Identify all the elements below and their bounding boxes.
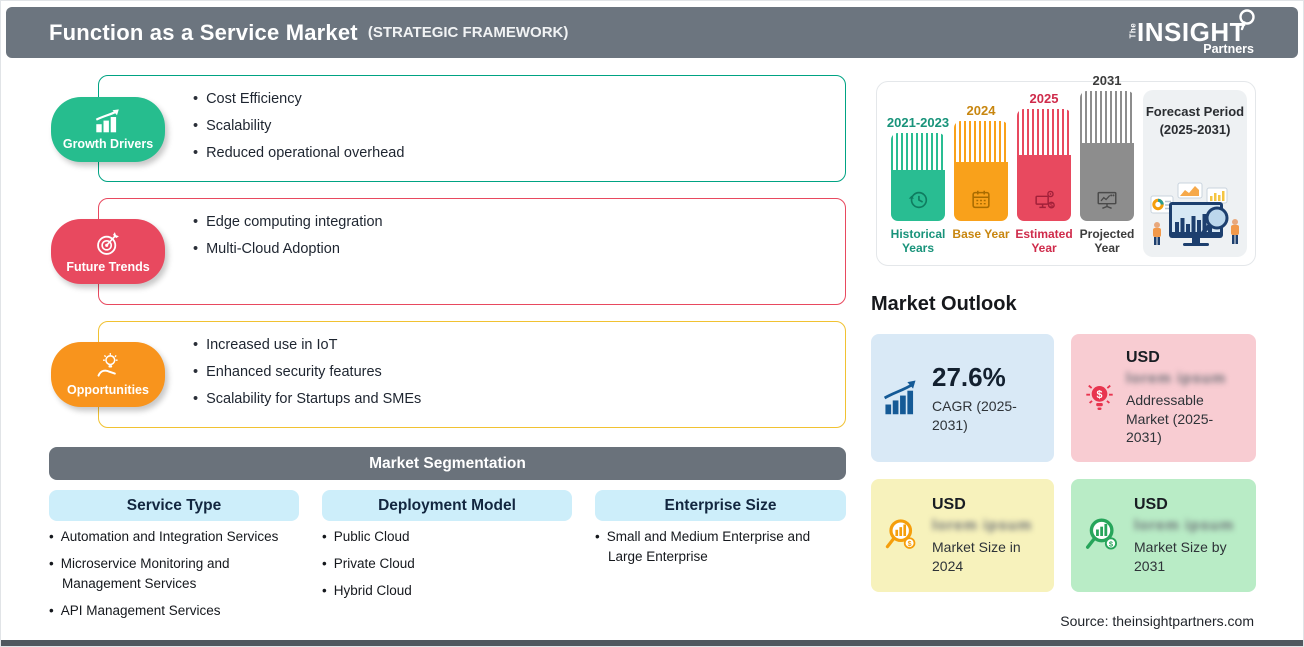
bar-caption: Base Year xyxy=(952,227,1010,241)
logo-insight-text: INSIGHT xyxy=(1137,17,1246,48)
forecast-period-panel: Forecast Period (2025-2031) xyxy=(1143,90,1247,257)
page-title: Function as a Service Market xyxy=(49,19,358,45)
deployment-model-list: Public Cloud Private Cloud Hybrid Cloud xyxy=(322,527,562,608)
year-label: 2024 xyxy=(966,103,996,118)
svg-text:$: $ xyxy=(1050,203,1053,209)
segmentation-title-bar: Market Segmentation xyxy=(49,447,846,480)
year-label: 2021-2023 xyxy=(886,115,950,130)
list-item: Multi-Cloud Adoption xyxy=(193,241,845,257)
list-item: Hybrid Cloud xyxy=(322,581,562,601)
market-size-2024-card: $ USD lorem ipsum Market Size in 2024 xyxy=(871,479,1054,592)
currency-label: USD xyxy=(932,495,966,513)
opportunities-list: Increased use in IoT Enhanced security f… xyxy=(99,322,845,407)
calendar-icon xyxy=(972,190,990,209)
redacted-value: lorem ipsum xyxy=(1134,516,1235,534)
year-label: 2025 xyxy=(1029,91,1059,106)
infographic-page: Function as a Service Market (STRATEGIC … xyxy=(0,0,1304,647)
list-item: Reduced operational overhead xyxy=(193,145,845,161)
list-item: Private Cloud xyxy=(322,554,562,574)
opportunities-pill: Opportunities xyxy=(51,342,165,407)
timeline-bar-estimated: 2025 $ Estimated Year xyxy=(1015,91,1072,257)
forecast-period-range: (2025-2031) xyxy=(1159,121,1231,137)
pill-label: Future Trends xyxy=(66,260,150,274)
cagr-growth-icon xyxy=(883,380,916,415)
chip-label: Service Type xyxy=(126,496,222,514)
list-item: Scalability xyxy=(193,118,845,134)
growth-drivers-pill: Growth Drivers xyxy=(51,97,165,162)
segment-header-deployment-model: Deployment Model xyxy=(322,490,572,521)
year-label: 2031 xyxy=(1092,73,1122,88)
list-item: Automation and Integration Services xyxy=(49,527,311,547)
segmentation-title: Market Segmentation xyxy=(369,454,526,472)
timeline-bar-historical: 2021-2023 Historical Years xyxy=(887,115,949,257)
cagr-caption: CAGR (2025-2031) xyxy=(932,397,1017,433)
insight-partners-logo: The INSIGHT Partners xyxy=(1129,9,1256,56)
enterprise-size-list: Small and Medium Enterprise and Large En… xyxy=(595,527,835,574)
svg-text:$: $ xyxy=(1097,389,1103,401)
size-2031-caption: Market Size by 2031 xyxy=(1134,538,1227,574)
bar-caption: Estimated Year xyxy=(1015,227,1073,256)
history-clock-icon xyxy=(908,191,928,209)
bar-caption: Projected Year xyxy=(1079,227,1135,256)
addressable-market-card: $ USD lorem ipsum Addressable Market (20… xyxy=(1071,334,1256,462)
list-item: Enhanced security features xyxy=(193,364,845,380)
page-subtitle: (STRATEGIC FRAMEWORK) xyxy=(367,24,569,41)
list-item: API Management Services xyxy=(49,601,311,621)
redacted-value: lorem ipsum xyxy=(1126,369,1227,387)
list-item: Public Cloud xyxy=(322,527,562,547)
logo-the-text: The xyxy=(1128,23,1138,39)
growth-drivers-box: Cost Efficiency Scalability Reduced oper… xyxy=(98,75,846,182)
currency-label: USD xyxy=(1126,348,1160,366)
magnifier-icon xyxy=(1239,9,1255,31)
dollar-bulb-icon: $ xyxy=(1086,384,1113,410)
future-trends-list: Edge computing integration Multi-Cloud A… xyxy=(99,199,845,257)
magnifier-chart-icon: $ xyxy=(885,518,916,549)
currency-label: USD xyxy=(1134,495,1168,513)
market-outlook-title: Market Outlook xyxy=(871,293,1017,315)
projection-screen-icon xyxy=(1097,191,1117,209)
list-item: Scalability for Startups and SMEs xyxy=(193,391,845,407)
timeline-bar-base: 2024 Base Year xyxy=(952,103,1009,257)
future-trends-pill: Future Trends xyxy=(51,219,165,284)
timeline-bars: 2021-2023 Historical Years 2024 Base Yea… xyxy=(877,73,1139,265)
opportunities-box: Increased use in IoT Enhanced security f… xyxy=(98,321,846,428)
service-type-list: Automation and Integration Services Micr… xyxy=(49,527,311,628)
market-size-2031-card: $ USD lorem ipsum Market Size by 2031 xyxy=(1071,479,1256,592)
bottom-accent-bar xyxy=(1,640,1303,646)
list-item: Edge computing integration xyxy=(193,214,845,230)
list-item: Microservice Monitoring and Management S… xyxy=(49,554,311,594)
segment-header-service-type: Service Type xyxy=(49,490,299,521)
list-item: Cost Efficiency xyxy=(193,91,845,107)
cagr-card: 27.6% CAGR (2025-2031) xyxy=(871,334,1054,462)
timeline-bar-projected: 2031 Projected Year xyxy=(1080,73,1135,257)
list-item: Increased use in IoT xyxy=(193,337,845,353)
analytics-illustration xyxy=(1150,182,1239,246)
forecast-timeline-card: 2021-2023 Historical Years 2024 Base Yea… xyxy=(876,73,1256,266)
header-bar: Function as a Service Market (STRATEGIC … xyxy=(6,7,1298,58)
size-2024-caption: Market Size in 2024 xyxy=(932,538,1021,574)
source-attribution: Source: theinsightpartners.com xyxy=(1060,613,1254,629)
segment-header-enterprise-size: Enterprise Size xyxy=(595,490,846,521)
bar-caption: Historical Years xyxy=(890,227,946,256)
pill-label: Growth Drivers xyxy=(62,137,154,151)
target-dart-icon xyxy=(96,232,119,255)
chip-label: Deployment Model xyxy=(378,496,516,514)
svg-text:$: $ xyxy=(908,539,912,547)
chip-label: Enterprise Size xyxy=(664,496,777,514)
redacted-value: lorem ipsum xyxy=(932,516,1033,534)
addressable-caption: Addressable Market (2025-2031) xyxy=(1126,391,1214,446)
list-item: Small and Medium Enterprise and Large En… xyxy=(595,527,835,567)
forecast-period-label: Forecast Period xyxy=(1145,104,1245,119)
future-trends-box: Edge computing integration Multi-Cloud A… xyxy=(98,198,846,305)
cagr-value: 27.6% xyxy=(932,361,1006,392)
growth-chart-icon xyxy=(95,109,119,133)
magnifier-chart-icon: $ xyxy=(1085,517,1118,550)
pill-label: Opportunities xyxy=(67,383,149,397)
bulb-hand-icon xyxy=(97,353,118,377)
computer-gear-icon: $ xyxy=(1035,190,1055,209)
growth-drivers-list: Cost Efficiency Scalability Reduced oper… xyxy=(99,76,845,161)
